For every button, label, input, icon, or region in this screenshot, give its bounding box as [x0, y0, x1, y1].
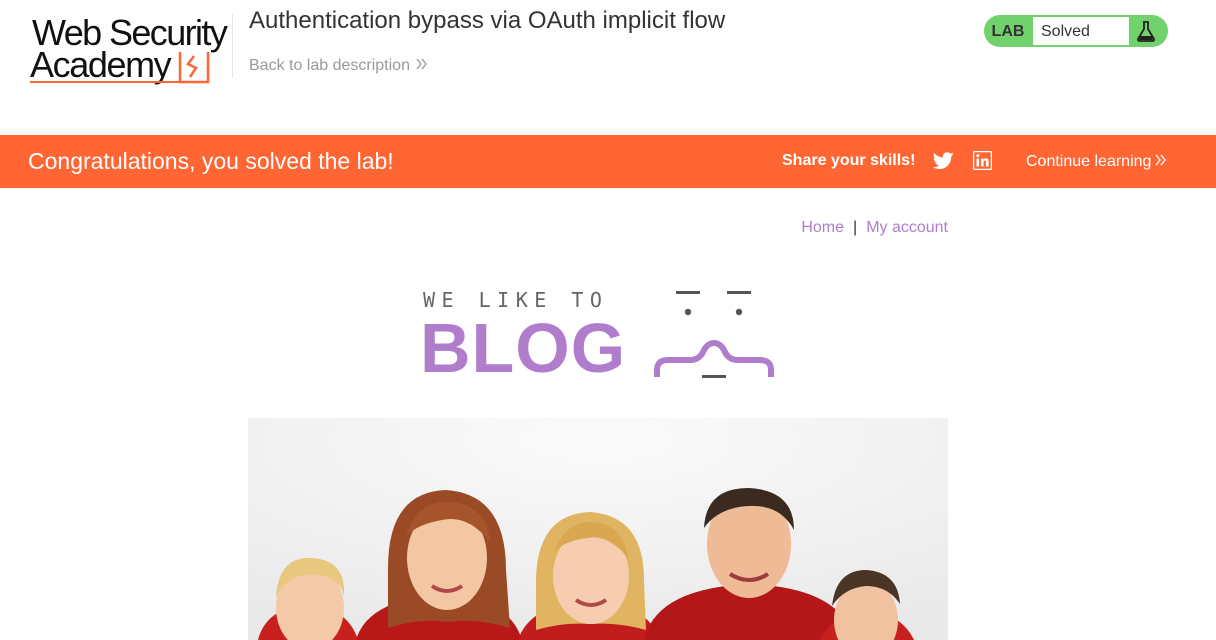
lab-solved-notification: Congratulations, you solved the lab! Sha…	[0, 135, 1216, 188]
academy-logo-mark-icon	[178, 52, 210, 84]
lab-title: Authentication bypass via OAuth implicit…	[249, 7, 726, 34]
logo-text-line2: Academy	[30, 44, 172, 85]
blog-top-links: Home | My account	[760, 218, 948, 238]
web-security-academy-logo[interactable]: Web Security Academy	[30, 14, 230, 86]
family-photo-image	[248, 418, 948, 640]
blog-hero-image	[248, 418, 948, 640]
nav-separator: |	[853, 219, 858, 236]
blog-face-icon	[654, 291, 774, 378]
lab-badge-label: LAB	[991, 23, 1025, 40]
blog-header-banner: WE LIKE TO BLOG	[420, 288, 780, 387]
blog-title: BLOG	[420, 309, 627, 387]
logo-underline	[30, 81, 180, 83]
congratulations-message: Congratulations, you solved the lab!	[28, 148, 394, 174]
linkedin-icon[interactable]	[973, 151, 992, 170]
academy-header: Web Security Academy Authentication bypa…	[0, 0, 1216, 135]
back-to-lab-description-link[interactable]: Back to lab description	[249, 56, 428, 76]
double-chevron-right-icon	[416, 58, 427, 70]
my-account-link[interactable]: My account	[866, 219, 948, 236]
double-chevron-right-icon	[1155, 154, 1167, 166]
share-skills-label: Share your skills!	[782, 152, 916, 169]
twitter-icon[interactable]	[933, 151, 954, 171]
flask-icon[interactable]	[1134, 19, 1158, 43]
lab-status-text: Solved	[1032, 16, 1130, 46]
home-link[interactable]: Home	[801, 219, 844, 236]
lab-status-widget: LAB Solved	[984, 15, 1168, 47]
continue-learning-link[interactable]: Continue learning	[1026, 152, 1167, 172]
back-link-label: Back to lab description	[249, 57, 410, 74]
continue-learning-label: Continue learning	[1026, 153, 1152, 170]
logo-divider	[232, 14, 233, 78]
